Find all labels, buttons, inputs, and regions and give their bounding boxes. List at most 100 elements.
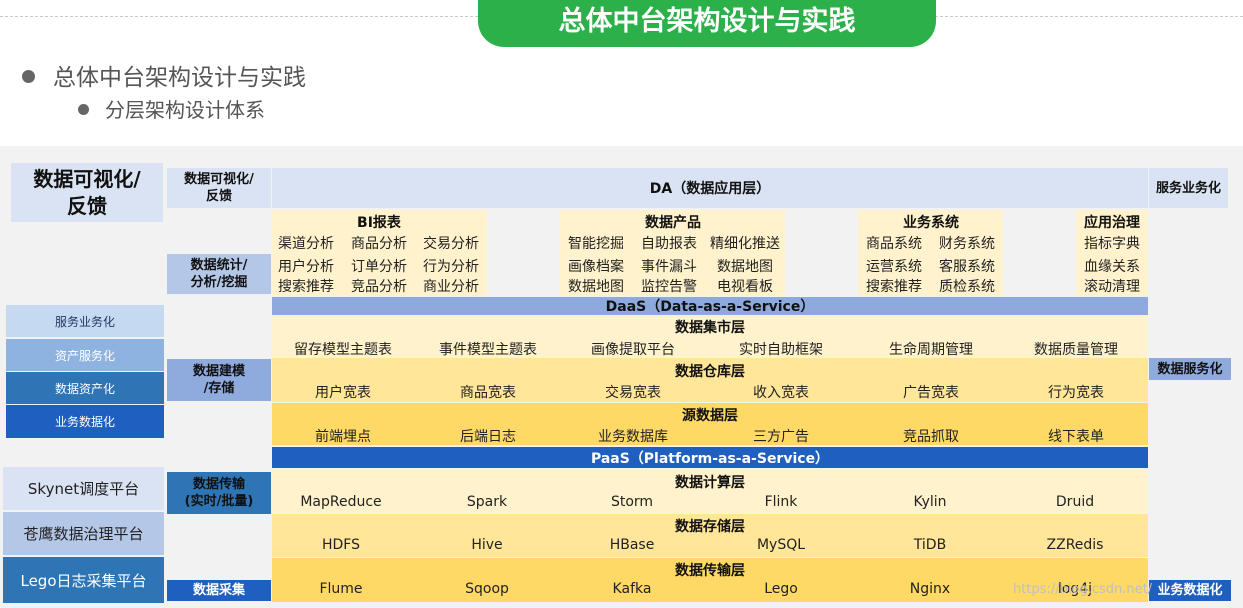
stack-label: 服务业务化 bbox=[54, 314, 115, 329]
da-item: 质检系统 bbox=[939, 279, 995, 295]
watermark: https://blog.csdn.net/ bbox=[1013, 582, 1153, 597]
bullet-dot-icon bbox=[22, 70, 35, 83]
da-item: 事件漏斗 bbox=[641, 259, 697, 275]
paas-item: Lego bbox=[764, 581, 798, 597]
right-label-data-biz: 业务数据化 bbox=[1149, 580, 1231, 601]
da-item: 监控告警 bbox=[641, 279, 697, 295]
paas-item: HDFS bbox=[321, 537, 361, 553]
left-title-box: 数据可视化/ 反馈 bbox=[11, 163, 163, 222]
paas-item: HBase bbox=[609, 537, 655, 553]
paas-item: Sqoop bbox=[465, 581, 509, 597]
stack-item-asset-service: 资产服务化 bbox=[6, 339, 164, 371]
daas-layer-title: 数据仓库层 bbox=[675, 364, 745, 380]
bullet-dot-icon bbox=[78, 104, 89, 115]
daas-item: 商品宽表 bbox=[460, 385, 516, 401]
daas-item: 用户宽表 bbox=[315, 385, 371, 401]
da-item: 商业分析 bbox=[423, 279, 479, 295]
da-group-title: 应用治理 bbox=[1084, 215, 1140, 231]
row-label-text: 数据建模 /存储 bbox=[192, 364, 245, 396]
daas-item: 实时自助框架 bbox=[739, 342, 823, 358]
daas-item: 事件模型主题表 bbox=[439, 342, 537, 358]
da-title: DA（数据应用层） bbox=[649, 181, 771, 197]
da-item: 商品分析 bbox=[351, 236, 407, 252]
stack-item-service-biz: 服务业务化 bbox=[6, 305, 164, 337]
da-item: 搜索推荐 bbox=[866, 279, 922, 295]
da-item: 精细化推送 bbox=[710, 236, 780, 252]
daas-item: 业务数据库 bbox=[598, 429, 668, 445]
stack-item-data-asset: 数据资产化 bbox=[6, 372, 164, 404]
da-item: 搜索推荐 bbox=[278, 279, 334, 295]
platform-label: Skynet调度平台 bbox=[27, 480, 140, 498]
paas-header: PaaS（Platform-as-a-Service） bbox=[272, 447, 1148, 468]
da-item: 指标字典 bbox=[1084, 236, 1140, 252]
paas-layer-title: 数据存储层 bbox=[675, 519, 745, 535]
da-item: 自助报表 bbox=[641, 236, 697, 252]
right-label-service-biz: 服务业务化 bbox=[1149, 168, 1228, 208]
daas-item: 前端埋点 bbox=[315, 429, 371, 445]
stack-label: 业务数据化 bbox=[54, 415, 115, 429]
da-item: 竞品分析 bbox=[351, 279, 407, 295]
paas-item: Druid bbox=[1055, 494, 1095, 510]
daas-item: 数据质量管理 bbox=[1034, 342, 1118, 358]
stack-label: 数据资产化 bbox=[54, 381, 115, 396]
daas-item: 广告宽表 bbox=[903, 385, 959, 401]
stack-label: 资产服务化 bbox=[54, 348, 115, 363]
paas-layer-title: 数据计算层 bbox=[675, 475, 745, 491]
daas-header: DaaS（Data-as-a-Service） bbox=[272, 297, 1148, 315]
daas-title: DaaS（Data-as-a-Service） bbox=[605, 299, 815, 315]
right-label-text: 业务数据化 bbox=[1157, 583, 1223, 598]
da-item: 数据地图 bbox=[568, 279, 624, 295]
right-label-text: 数据服务化 bbox=[1157, 361, 1223, 377]
da-item: 电视看板 bbox=[717, 279, 773, 295]
da-item: 智能挖掘 bbox=[568, 236, 624, 252]
paas-item: TiDB bbox=[913, 537, 947, 553]
paas-item: ZZRedis bbox=[1046, 537, 1104, 553]
daas-item: 后端日志 bbox=[460, 429, 516, 445]
paas-item: Spark bbox=[466, 494, 508, 510]
daas-item: 收入宽表 bbox=[753, 385, 809, 401]
da-item: 用户分析 bbox=[278, 259, 334, 275]
page-title: 总体中台架构设计与实践 bbox=[478, 0, 936, 47]
da-item: 交易分析 bbox=[423, 236, 479, 252]
paas-item: MapReduce bbox=[300, 494, 382, 510]
row-label-collect: 数据采集 bbox=[167, 580, 271, 601]
daas-item: 三方广告 bbox=[753, 429, 809, 445]
da-item: 血缘关系 bbox=[1084, 259, 1140, 275]
daas-item: 生命周期管理 bbox=[889, 342, 973, 358]
da-item: 滚动清理 bbox=[1084, 279, 1140, 295]
row-label-text: 数据采集 bbox=[192, 583, 245, 598]
row-label-transfer: 数据传输 (实时/批量) bbox=[167, 472, 271, 514]
da-group-title: BI报表 bbox=[357, 215, 401, 231]
daas-item: 线下表单 bbox=[1048, 429, 1104, 445]
row-label-stat: 数据统计/ 分析/挖掘 bbox=[167, 254, 271, 294]
paas-title: PaaS（Platform-as-a-Service） bbox=[590, 450, 830, 467]
platform-label: 苍鹰数据治理平台 bbox=[23, 525, 144, 543]
platform-label: Lego日志采集平台 bbox=[20, 571, 147, 590]
da-item: 财务系统 bbox=[939, 236, 995, 252]
bullet-level1: 总体中台架构设计与实践 bbox=[22, 58, 306, 92]
da-group-title: 业务系统 bbox=[903, 215, 959, 231]
paas-item: Kylin bbox=[913, 494, 947, 510]
bullet-level2-text: 分层架构设计体系 bbox=[105, 98, 265, 122]
da-item: 数据地图 bbox=[717, 259, 773, 275]
daas-layer-title: 数据集市层 bbox=[675, 320, 745, 336]
daas-layer-title: 源数据层 bbox=[682, 408, 738, 424]
da-item: 运营系统 bbox=[866, 259, 922, 275]
paas-item: Hive bbox=[471, 537, 503, 553]
platform-cangying: 苍鹰数据治理平台 bbox=[3, 512, 164, 555]
da-item: 订单分析 bbox=[351, 259, 407, 275]
paas-item: Nginx bbox=[909, 581, 951, 597]
left-title: 数据可视化/ 反馈 bbox=[33, 166, 141, 218]
paas-layer-title: 数据传输层 bbox=[675, 563, 745, 579]
da-header: DA（数据应用层） bbox=[272, 168, 1148, 208]
row-label-text: 数据传输 (实时/批量) bbox=[184, 477, 254, 509]
paas-item: MySQL bbox=[756, 537, 806, 553]
row-label-text: 数据可视化/ 反馈 bbox=[184, 172, 254, 204]
bullet-level1-text: 总体中台架构设计与实践 bbox=[53, 65, 306, 91]
row-label-viz: 数据可视化/ 反馈 bbox=[167, 168, 271, 208]
right-label-text: 服务业务化 bbox=[1155, 180, 1221, 196]
da-item: 行为分析 bbox=[423, 259, 479, 275]
stack-item-biz-data: 业务数据化 bbox=[6, 405, 164, 438]
bullet-level2: 分层架构设计体系 bbox=[78, 94, 265, 123]
daas-item: 行为宽表 bbox=[1048, 385, 1104, 401]
